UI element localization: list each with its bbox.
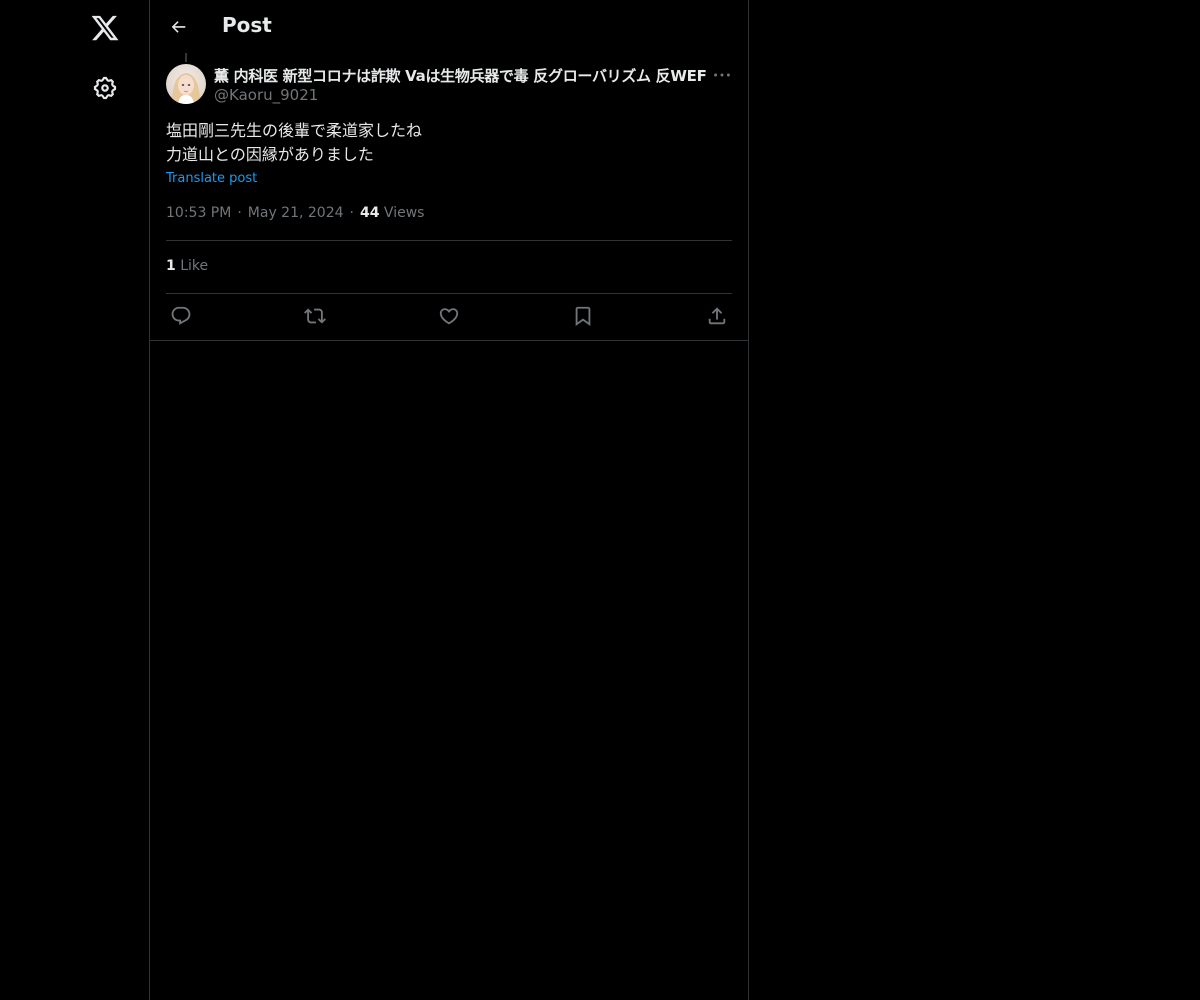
views-label: Views — [383, 205, 425, 221]
avatar[interactable] — [166, 64, 206, 104]
post-bottom-border — [150, 340, 748, 341]
bookmark-icon[interactable] — [572, 305, 596, 329]
post-date[interactable]: May 21, 2024 — [248, 205, 344, 221]
post-text-line: 力道山との因縁がありました — [166, 145, 374, 164]
likes-count: 1 — [166, 258, 176, 274]
page-title: Post — [222, 13, 272, 37]
share-icon[interactable] — [706, 305, 730, 329]
post-header: Post — [150, 0, 748, 53]
post-metadata: 10:53 PM · May 21, 2024 · 44 Views — [166, 205, 424, 221]
separator-dot: · — [349, 205, 354, 221]
x-logo-icon[interactable] — [90, 13, 120, 43]
separator-dot: · — [237, 205, 242, 221]
post-column: Post 薫 内科医 新型コロナは詐欺 Vaは生物兵器で毒 反グローバリズム 反… — [149, 0, 749, 1000]
repost-icon[interactable] — [304, 305, 328, 329]
thread-connector-line — [185, 53, 187, 62]
reply-icon[interactable] — [170, 305, 194, 329]
likes-summary[interactable]: 1 Like — [166, 258, 208, 274]
heart-icon[interactable] — [438, 305, 462, 329]
post-text-line: 塩田剛三先生の後輩で柔道家したね — [166, 121, 423, 140]
likes-label: Like — [180, 258, 209, 274]
author-name[interactable]: 薫 内科医 新型コロナは詐欺 Vaは生物兵器で毒 反グローバリズム 反WEF — [214, 65, 707, 86]
post-actions-bar — [150, 294, 748, 341]
left-navigation — [0, 0, 149, 1000]
gear-icon[interactable] — [92, 75, 118, 101]
translate-post-link[interactable]: Translate post — [166, 171, 257, 186]
more-horizontal-icon[interactable] — [711, 64, 733, 86]
views-count: 44 — [359, 205, 380, 221]
author-handle[interactable]: @Kaoru_9021 — [214, 86, 318, 104]
divider — [166, 240, 732, 241]
arrow-left-icon[interactable] — [166, 16, 188, 38]
post-text: 塩田剛三先生の後輩で柔道家したね 力道山との因縁がありました — [166, 119, 422, 167]
post-time[interactable]: 10:53 PM — [166, 205, 231, 221]
